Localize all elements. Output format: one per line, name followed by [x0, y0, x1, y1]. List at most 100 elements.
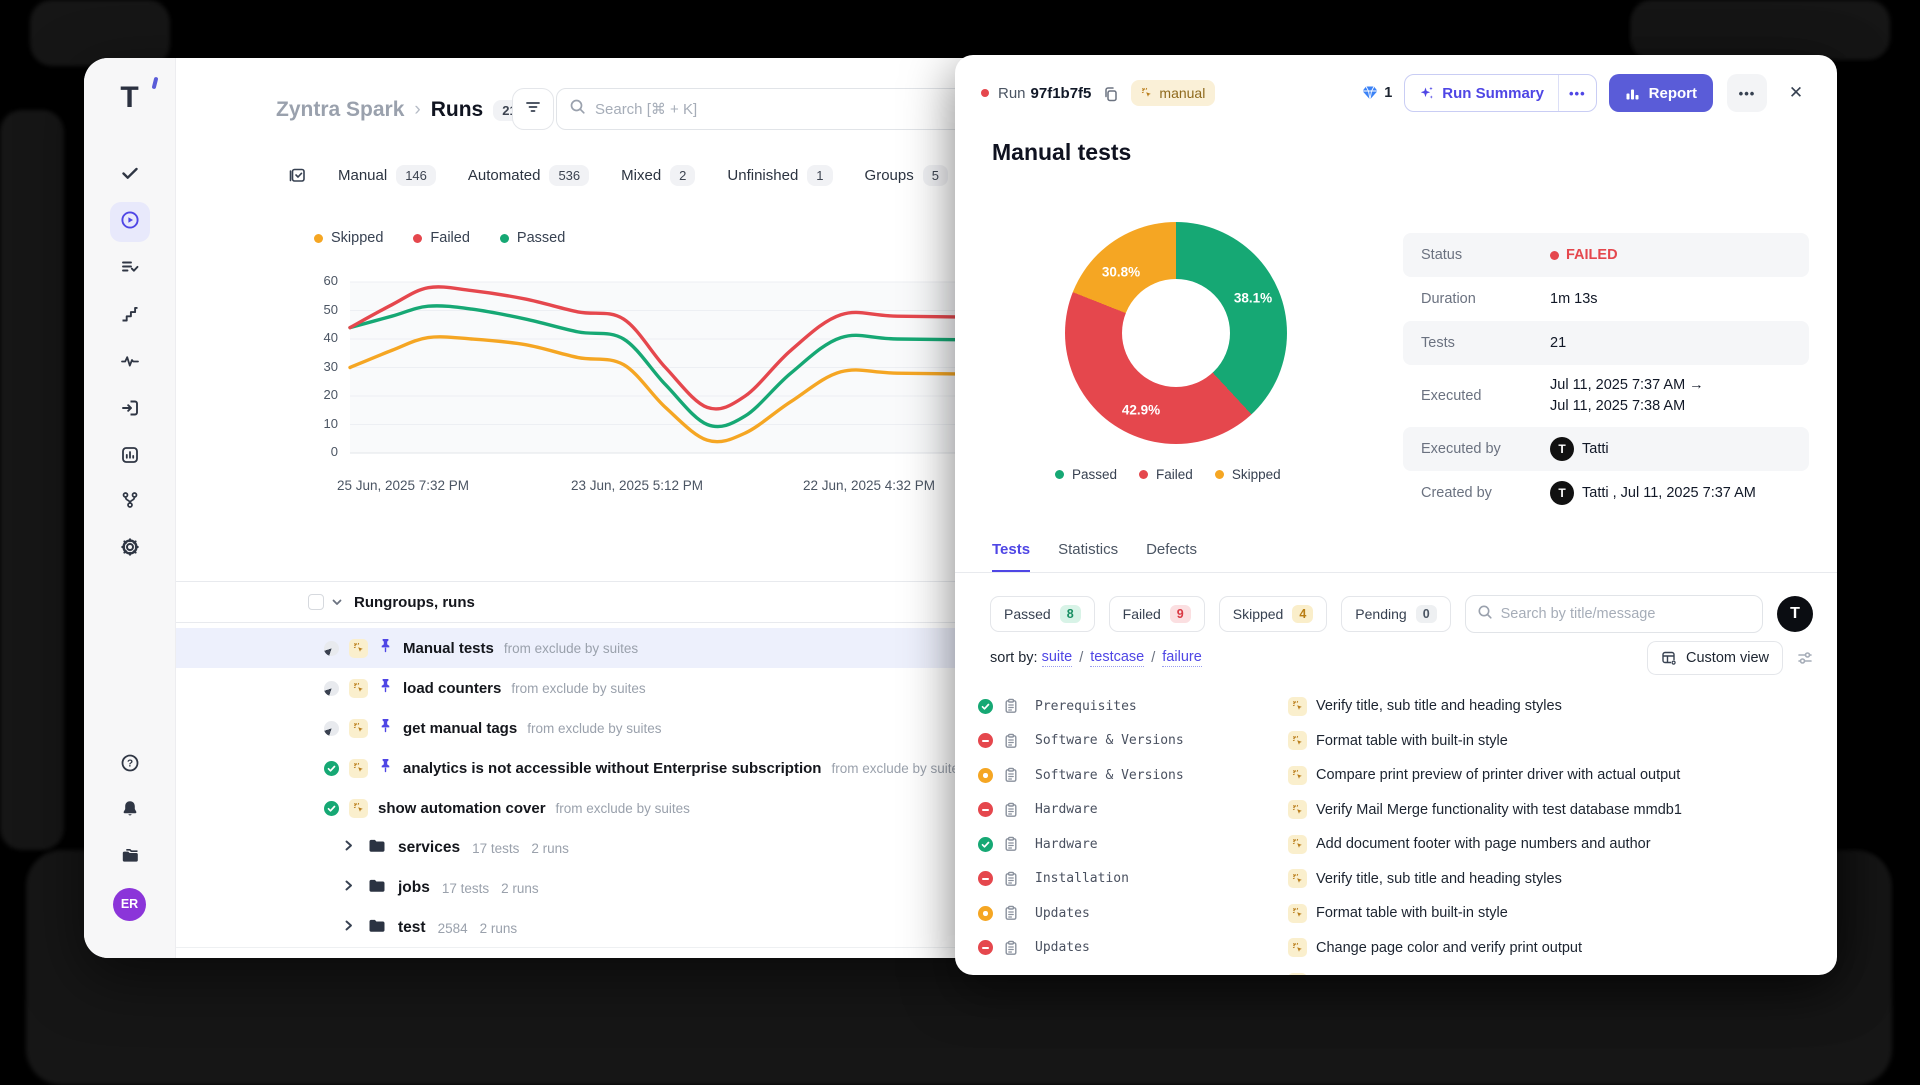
results-donut-chart: 30.8% 38.1% 42.9% — [1065, 222, 1287, 444]
tab-mixed[interactable]: Mixed2 — [612, 165, 704, 186]
legend-failed: Failed — [1139, 467, 1193, 482]
sidebar-item-import[interactable] — [110, 390, 150, 430]
test-row[interactable]: HardwareVerify Mail Merge functionality … — [955, 793, 1837, 828]
run-summary-more-button[interactable]: ••• — [1558, 75, 1596, 111]
filter-icon — [524, 98, 542, 121]
manual-test-icon — [1288, 904, 1307, 923]
legend-failed: Failed — [413, 230, 470, 246]
legend-skipped: Skipped — [1215, 467, 1281, 482]
run-summary-button[interactable]: Run Summary — [1405, 85, 1558, 102]
folders-icon — [120, 845, 140, 870]
run-title: Manual tests — [403, 640, 494, 657]
sidebar-item-plans[interactable] — [110, 249, 150, 289]
account-avatar[interactable]: T — [1777, 596, 1813, 632]
tab-statistics[interactable]: Statistics — [1058, 541, 1118, 572]
global-search — [556, 88, 1011, 130]
filter-failed[interactable]: Failed9 — [1109, 596, 1205, 632]
sidebar-item-settings[interactable] — [110, 529, 150, 569]
test-row[interactable]: Software & VersionsFormat table with bui… — [955, 724, 1837, 759]
sort-by-testcase[interactable]: testcase — [1090, 649, 1144, 667]
manual-test-icon — [1288, 835, 1307, 854]
test-row[interactable]: UpdatesChange page color and verify prin… — [955, 931, 1837, 966]
y-tick: 30 — [294, 359, 338, 374]
select-all-icon[interactable] — [288, 166, 307, 185]
sidebar-item-analytics[interactable] — [110, 437, 150, 477]
test-row-partial[interactable] — [955, 965, 1837, 975]
sidebar-item-activity[interactable] — [110, 343, 150, 383]
clipboard-icon — [1003, 802, 1019, 818]
test-row[interactable]: Software & VersionsCompare print preview… — [955, 758, 1837, 793]
bell-icon — [120, 799, 140, 824]
y-tick: 40 — [294, 330, 338, 345]
legend-passed: Passed — [1055, 467, 1117, 482]
sidebar-item-milestones[interactable] — [110, 296, 150, 336]
chevron-right-icon[interactable] — [342, 919, 355, 937]
report-button[interactable]: Report — [1609, 74, 1713, 112]
folder-icon — [367, 836, 386, 860]
passed-dot — [500, 234, 509, 243]
filter-skipped[interactable]: Skipped4 — [1219, 596, 1328, 632]
skipped-status-icon — [978, 768, 993, 783]
sliders-icon[interactable] — [1797, 650, 1813, 666]
run-details: Status FAILED Duration 1m 13s Tests 21 E… — [1403, 233, 1809, 515]
custom-view-button[interactable]: Custom view — [1647, 641, 1783, 675]
test-search-input[interactable] — [1501, 606, 1751, 622]
tab-count: 2 — [670, 165, 695, 186]
sort-row: sort by: suite / testcase / failure Cust… — [990, 641, 1813, 675]
tab-manual[interactable]: Manual146 — [329, 165, 445, 186]
profile-avatar[interactable]: ER — [110, 884, 150, 924]
breadcrumb-project[interactable]: Zyntra Spark — [276, 98, 404, 122]
sort-by-failure[interactable]: failure — [1162, 649, 1202, 667]
list-check-icon — [120, 257, 140, 282]
tab-groups[interactable]: Groups5 — [856, 165, 957, 186]
run-title: analytics is not accessible without Ente… — [403, 760, 821, 777]
user-avatar: T — [1550, 481, 1574, 505]
manual-tag[interactable]: manual — [1131, 80, 1215, 106]
close-icon[interactable]: ✕ — [1779, 76, 1813, 110]
test-row[interactable]: HardwareAdd document footer with page nu… — [955, 827, 1837, 862]
folder-name: jobs — [398, 879, 430, 897]
test-suite: Software & Versions — [1035, 733, 1184, 748]
logo-tick — [151, 77, 158, 90]
app-logo[interactable]: T — [110, 78, 150, 118]
in-progress-icon — [324, 641, 339, 656]
manual-test-icon — [1288, 973, 1307, 975]
run-label: Run — [998, 85, 1026, 102]
sidebar-item-runs[interactable] — [110, 202, 150, 242]
tab-tests[interactable]: Tests — [992, 541, 1030, 572]
test-row[interactable]: UpdatesFormat table with built-in style — [955, 896, 1837, 931]
sidebar-item-tests[interactable] — [110, 155, 150, 195]
test-row[interactable]: InstallationVerify title, sub title and … — [955, 862, 1837, 897]
test-title: Verify title, sub title and heading styl… — [1316, 698, 1562, 714]
chevron-down-icon[interactable] — [330, 595, 344, 609]
tab-defects[interactable]: Defects — [1146, 541, 1197, 572]
filter-passed[interactable]: Passed8 — [990, 596, 1095, 632]
sidebar-item-help[interactable]: ? — [110, 745, 150, 785]
gem-icon[interactable] — [1361, 84, 1379, 102]
donut-label-failed: 42.9% — [1122, 403, 1160, 418]
search-input[interactable] — [595, 101, 998, 118]
sidebar-item-notifications[interactable] — [110, 791, 150, 831]
manual-run-icon — [349, 639, 368, 658]
manual-test-icon — [1288, 766, 1307, 785]
svg-text:?: ? — [126, 758, 132, 769]
failed-status-icon — [978, 871, 993, 886]
select-all-checkbox[interactable] — [308, 594, 324, 610]
test-suite: Hardware — [1035, 802, 1098, 817]
filter-pending[interactable]: Pending0 — [1341, 596, 1450, 632]
search-icon — [569, 98, 586, 120]
detail-row-created-by: Created by TTatti , Jul 11, 2025 7:37 AM — [1403, 471, 1809, 515]
test-row[interactable]: PrerequisitesVerify title, sub title and… — [955, 689, 1837, 724]
sidebar-item-integrations[interactable] — [110, 482, 150, 522]
sidebar-item-projects[interactable] — [110, 837, 150, 877]
tab-unfinished[interactable]: Unfinished1 — [718, 165, 841, 186]
tab-automated[interactable]: Automated536 — [459, 165, 598, 186]
sort-by-suite[interactable]: suite — [1042, 649, 1073, 667]
chevron-right-icon[interactable] — [342, 879, 355, 897]
chevron-right-icon[interactable] — [342, 839, 355, 857]
test-suite: Updates — [1035, 940, 1090, 955]
y-tick: 10 — [294, 416, 338, 431]
copy-icon[interactable] — [1102, 85, 1119, 102]
filter-button[interactable] — [512, 88, 554, 130]
more-options-button[interactable]: ••• — [1727, 74, 1767, 112]
